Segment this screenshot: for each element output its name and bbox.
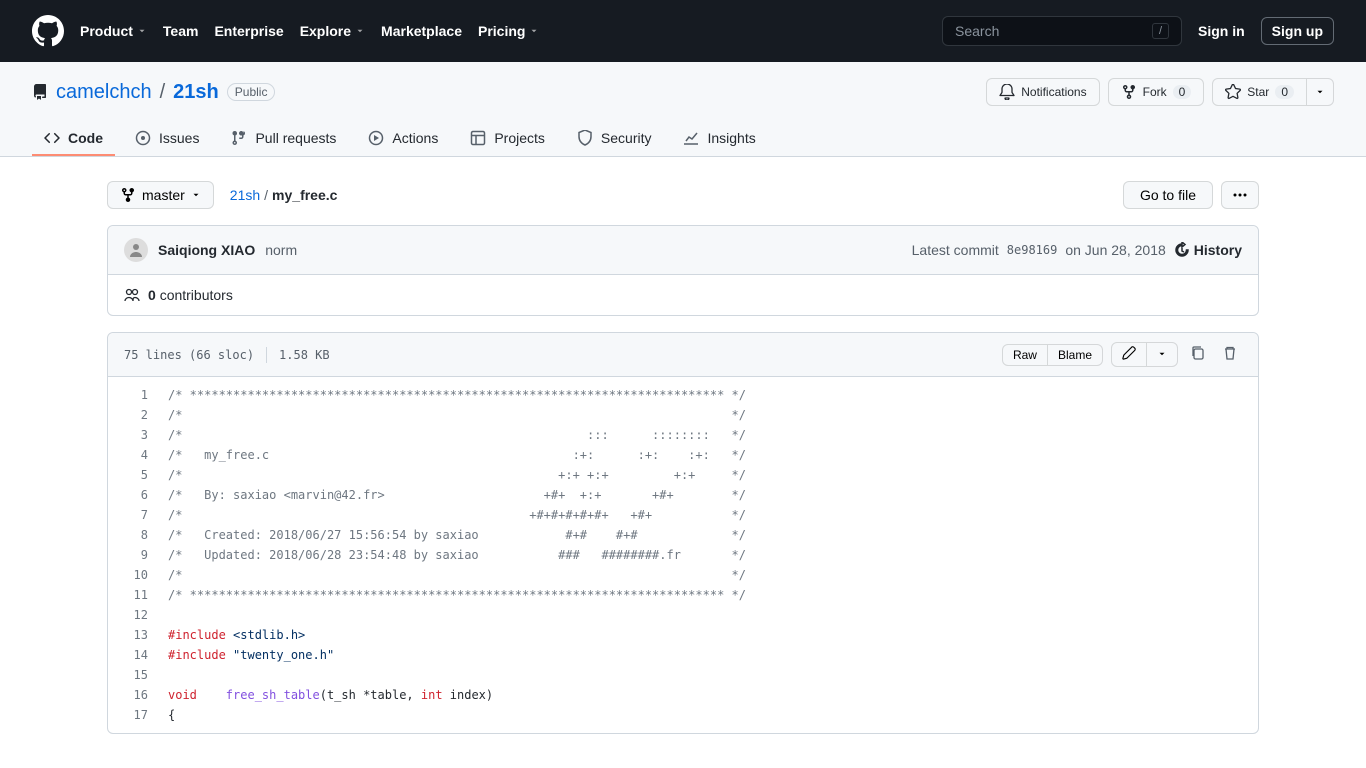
history-icon [1174,242,1190,258]
star-icon [1225,84,1241,100]
tab-security[interactable]: Security [565,122,664,156]
branch-icon [120,187,136,203]
search-input[interactable]: Search / [942,16,1182,46]
delete-button[interactable] [1218,341,1242,368]
header-right: Search / Sign in Sign up [942,16,1334,46]
raw-button[interactable]: Raw [1002,344,1048,366]
line-numbers[interactable]: 1234567891011121314151617 [108,377,158,733]
fork-icon [1121,84,1137,100]
nav-marketplace[interactable]: Marketplace [381,23,462,39]
repo-actions: Notifications Fork0 Star0 [986,78,1334,106]
breadcrumb-file: my_free.c [272,187,337,203]
commit-sha[interactable]: 8e98169 [1007,243,1058,257]
code-area: 1234567891011121314151617 /* ***********… [108,377,1258,733]
visibility-badge: Public [227,83,276,101]
copy-button[interactable] [1186,341,1210,368]
sign-up-button[interactable]: Sign up [1261,17,1334,45]
repo-header: camelchch / 21sh Public Notifications Fo… [0,62,1366,157]
pencil-icon [1122,346,1136,360]
owner-link[interactable]: camelchch [56,81,152,104]
projects-icon [470,130,486,146]
slash-hint: / [1152,23,1169,39]
code-content[interactable]: /* *************************************… [158,377,1258,733]
trash-icon [1222,345,1238,361]
tab-projects[interactable]: Projects [458,122,557,156]
tab-actions[interactable]: Actions [356,122,450,156]
tab-insights[interactable]: Insights [671,122,767,156]
avatar[interactable] [124,238,148,262]
more-options-button[interactable] [1221,181,1259,209]
tab-pulls[interactable]: Pull requests [219,122,348,156]
contributors-row: 0 contributors [108,275,1258,315]
star-button[interactable]: Star0 [1212,78,1307,106]
chevron-down-icon [1157,349,1167,359]
repo-icon [32,84,48,100]
kebab-icon [1232,187,1248,203]
tab-issues[interactable]: Issues [123,122,211,156]
shield-icon [577,130,593,146]
repo-title: camelchch / 21sh Public [32,81,275,104]
commit-box: Saiqiong XIAO norm Latest commit 8e98169… [107,225,1259,316]
edit-button[interactable] [1111,342,1147,367]
file-info: 75 lines (66 sloc) 1.58 KB [124,347,330,363]
people-icon [124,287,140,303]
global-header: Product Team Enterprise Explore Marketpl… [0,0,1366,62]
notifications-button[interactable]: Notifications [986,78,1099,106]
actions-icon [368,130,384,146]
branch-select[interactable]: master [107,181,214,209]
latest-commit-label: Latest commit [912,242,999,258]
history-link[interactable]: History [1174,242,1242,258]
edit-dropdown[interactable] [1147,342,1178,367]
blame-button[interactable]: Blame [1048,344,1103,366]
graph-icon [683,130,699,146]
issues-icon [135,130,151,146]
nav-enterprise[interactable]: Enterprise [214,23,283,39]
header-left: Product Team Enterprise Explore Marketpl… [32,15,539,47]
bell-icon [999,84,1015,100]
commit-message[interactable]: norm [265,242,297,258]
code-icon [44,130,60,146]
breadcrumb: 21sh/my_free.c [230,187,338,203]
file-box: 75 lines (66 sloc) 1.58 KB Raw Blame 123… [107,332,1259,734]
repo-tabs: Code Issues Pull requests Actions Projec… [32,122,1334,156]
chevron-down-icon [191,190,201,200]
file-navigation: master 21sh/my_free.c Go to file [107,181,1259,209]
tab-code[interactable]: Code [32,122,115,156]
fork-button[interactable]: Fork0 [1108,78,1205,106]
nav-team[interactable]: Team [163,23,199,39]
nav-product[interactable]: Product [80,23,147,39]
breadcrumb-root[interactable]: 21sh [230,187,260,203]
nav-pricing[interactable]: Pricing [478,23,539,39]
repo-link[interactable]: 21sh [173,81,219,103]
commit-author[interactable]: Saiqiong XIAO [158,242,255,258]
star-dropdown[interactable] [1307,78,1334,106]
github-logo-icon[interactable] [32,15,64,47]
go-to-file-button[interactable]: Go to file [1123,181,1213,209]
nav-explore[interactable]: Explore [300,23,365,39]
person-icon [128,242,144,258]
pr-icon [231,130,247,146]
commit-date: on Jun 28, 2018 [1065,242,1165,258]
sign-in-link[interactable]: Sign in [1198,23,1245,39]
copy-icon [1190,345,1206,361]
